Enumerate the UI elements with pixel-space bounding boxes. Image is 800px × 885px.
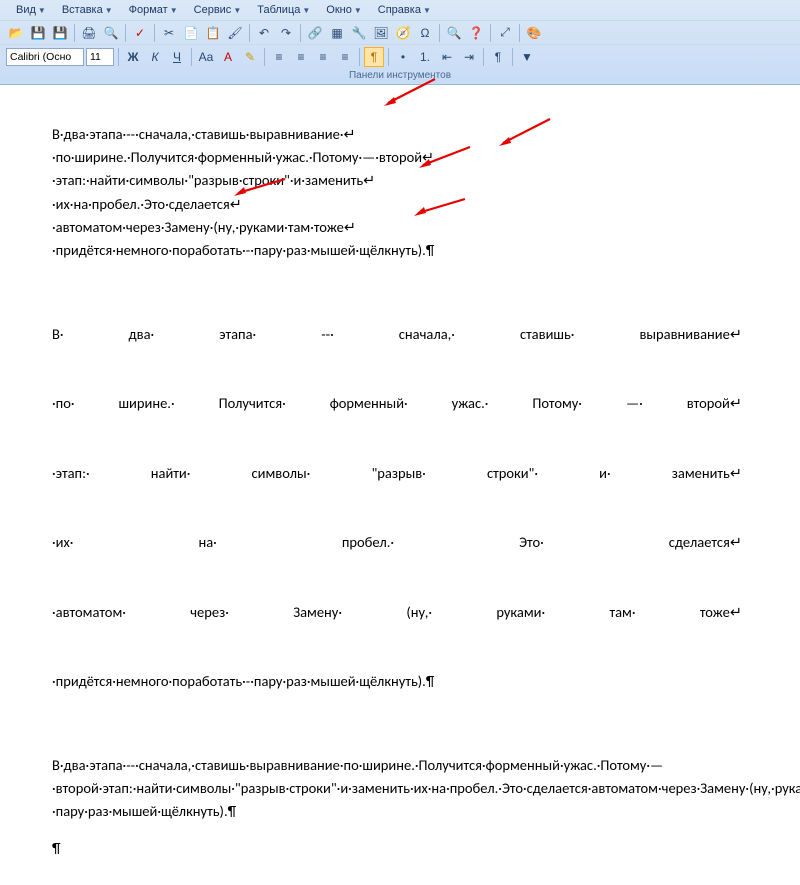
ribbon: Вид▼ Вставка▼ Формат▼ Сервис▼ Таблица▼ О… <box>0 0 800 85</box>
bullets-button[interactable]: • <box>393 47 413 67</box>
menu-window[interactable]: Окно▼ <box>318 2 369 18</box>
align-left-button[interactable]: ≡ <box>269 47 289 67</box>
pilcrow-button[interactable]: ¶ <box>364 47 384 67</box>
paragraph-icon[interactable]: ¶ <box>488 47 508 67</box>
preview-icon[interactable]: 🔍 <box>101 23 121 43</box>
more-icon[interactable]: ▼ <box>517 47 537 67</box>
paragraph-2[interactable]: В· два· этапа· --· сначала,· ставишь· вы… <box>52 276 742 740</box>
print-icon[interactable]: 🖨 <box>79 23 99 43</box>
table-icon[interactable]: ▦ <box>327 23 347 43</box>
copy-icon[interactable]: 📄 <box>181 23 201 43</box>
special-chars-icon[interactable]: Ω <box>415 23 435 43</box>
help-icon[interactable]: ❓ <box>466 23 486 43</box>
undo-icon[interactable]: ↶ <box>254 23 274 43</box>
indent-button[interactable]: ⇥ <box>459 47 479 67</box>
save-icon[interactable]: 💾 <box>28 23 48 43</box>
document-area[interactable]: В·два·этапа·--·сначала,·ставишь·выравнив… <box>0 85 800 885</box>
align-center-button[interactable]: ≡ <box>291 47 311 67</box>
fontcolor-button[interactable]: A <box>218 47 238 67</box>
menu-view[interactable]: Вид▼ <box>8 2 54 18</box>
paste-icon[interactable]: 📋 <box>203 23 223 43</box>
format-paint-icon[interactable]: 🖌 <box>225 23 245 43</box>
export-icon[interactable]: 💾 <box>50 23 70 43</box>
toolbars: 📂 💾 💾 🖨 🔍 ✓ ✂ 📄 📋 🖌 ↶ ↷ 🔗 ▦ 🔧 🖼 🧭 Ω 🔍 <box>0 20 800 84</box>
menu-bar: Вид▼ Вставка▼ Формат▼ Сервис▼ Таблица▼ О… <box>0 0 800 20</box>
font-name-select[interactable] <box>6 48 84 66</box>
open-icon[interactable]: 📂 <box>6 23 26 43</box>
hyperlink-icon[interactable]: 🔗 <box>305 23 325 43</box>
zoom-icon[interactable]: ⤢ <box>495 23 515 43</box>
menu-tools[interactable]: Сервис▼ <box>186 2 250 18</box>
toolbox-icon[interactable]: 🔧 <box>349 23 369 43</box>
numbering-button[interactable]: 1. <box>415 47 435 67</box>
underline-button[interactable]: Ч <box>167 47 187 67</box>
redo-icon[interactable]: ↷ <box>276 23 296 43</box>
gallery-icon[interactable]: 🖼 <box>371 23 391 43</box>
italic-button[interactable]: К <box>145 47 165 67</box>
toolbars-caption: Панели инструментов <box>0 68 800 84</box>
highlight-button[interactable]: ✎ <box>240 47 260 67</box>
menu-table[interactable]: Таблица▼ <box>249 2 318 18</box>
spellcheck-icon[interactable]: ✓ <box>130 23 150 43</box>
navigator-icon[interactable]: 🧭 <box>393 23 413 43</box>
color-icon[interactable]: 🎨 <box>524 23 544 43</box>
toolbar-standard: 📂 💾 💾 🖨 🔍 ✓ ✂ 📄 📋 🖌 ↶ ↷ 🔗 ▦ 🔧 🖼 🧭 Ω 🔍 <box>0 20 800 44</box>
bold-button[interactable]: Ж <box>123 47 143 67</box>
align-right-button[interactable]: ≡ <box>313 47 333 67</box>
menu-insert[interactable]: Вставка▼ <box>54 2 121 18</box>
paragraph-1[interactable]: В·два·этапа·--·сначала,·ставишь·выравнив… <box>52 123 742 262</box>
menu-format[interactable]: Формат▼ <box>121 2 186 18</box>
case-button[interactable]: Aa <box>196 47 216 67</box>
toolbar-formatting: Ж К Ч Aa A ✎ ≡ ≡ ≡ ≡ ¶ • 1. ⇤ ⇥ ¶ ▼ <box>0 44 800 68</box>
find-icon[interactable]: 🔍 <box>444 23 464 43</box>
outdent-button[interactable]: ⇤ <box>437 47 457 67</box>
font-size-select[interactable] <box>86 48 114 66</box>
paragraph-3[interactable]: В·два·этапа·--·сначала,·ставишь·выравнив… <box>52 754 742 824</box>
paragraph-4[interactable]: ¶ <box>52 837 742 860</box>
align-justify-button[interactable]: ≡ <box>335 47 355 67</box>
cut-icon[interactable]: ✂ <box>159 23 179 43</box>
menu-help[interactable]: Справка▼ <box>370 2 439 18</box>
